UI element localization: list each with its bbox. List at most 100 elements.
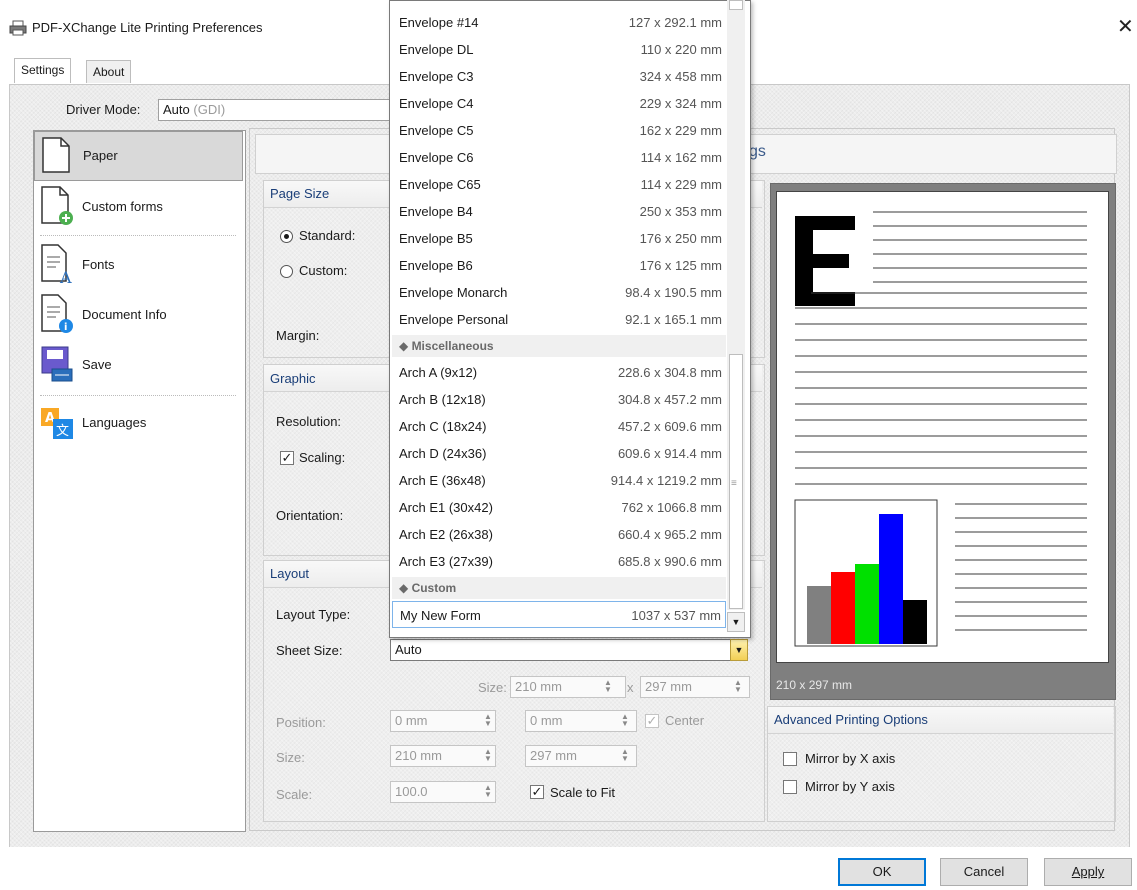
driver-mode-suffix: (GDI) <box>193 102 226 117</box>
dropdown-item[interactable]: Arch E2 (26x38) 660.4 x 965.2 mm <box>392 521 726 548</box>
dropdown-item-size: 229 x 324 mm <box>639 96 722 111</box>
sheet-size-value: Auto <box>395 642 422 657</box>
dropdown-group-label: ◆ Miscellaneous <box>399 339 494 353</box>
sheet-size-select[interactable]: Auto <box>390 639 734 661</box>
dropdown-item[interactable]: Envelope Monarch 98.4 x 190.5 mm <box>392 279 726 306</box>
sheet-size-dropdown-button[interactable]: ▼ <box>730 639 748 661</box>
dropdown-item[interactable]: Envelope B6 176 x 125 mm <box>392 252 726 279</box>
sidebar-item-paper[interactable]: Paper <box>34 131 243 181</box>
dropdown-item-size: 176 x 125 mm <box>639 258 722 273</box>
dropdown-item-size: 914.4 x 1219.2 mm <box>610 473 722 488</box>
apply-button[interactable]: Apply <box>1044 858 1132 886</box>
scale-to-fit-checkbox[interactable]: ✓ <box>530 785 544 799</box>
ok-button[interactable]: OK <box>838 858 926 886</box>
scale-field[interactable]: 100.0 <box>390 781 496 803</box>
sidebar-item-label: Paper <box>83 148 118 163</box>
dropdown-item-size: 1037 x 537 mm <box>631 608 721 623</box>
size-height-spinner[interactable]: ▲ ▼ <box>733 679 743 694</box>
dropdown-item[interactable]: Envelope C3 324 x 458 mm <box>392 63 726 90</box>
dropdown-item-name: Arch E2 (26x38) <box>399 527 493 542</box>
dropdown-item[interactable]: Envelope C6 114 x 162 mm <box>392 144 726 171</box>
sidebar-item-save[interactable]: Save <box>34 341 243 389</box>
mirror-x-label: Mirror by X axis <box>805 751 896 766</box>
size2-height-value: 297 mm <box>530 748 577 763</box>
driver-mode-select[interactable]: Auto (GDI) <box>158 99 390 121</box>
dropdown-item-name: Arch C (18x24) <box>399 419 487 434</box>
dropdown-item[interactable]: Envelope B4 250 x 353 mm <box>392 198 726 225</box>
center-checkbox[interactable]: ✓ <box>645 714 659 728</box>
languages-icon: A 文 <box>41 408 73 439</box>
tab-about[interactable]: About <box>86 60 132 83</box>
dropdown-item-size: 324 x 458 mm <box>639 69 722 84</box>
scrollbar-grip-icon: ≡ <box>731 478 737 489</box>
dropdown-item-size: 114 x 162 mm <box>640 150 722 165</box>
mirror-x-checkbox[interactable] <box>783 752 797 766</box>
position-x-value: 0 mm <box>395 713 428 728</box>
mirror-y-checkbox[interactable] <box>783 780 797 794</box>
size2-height-spinner[interactable]: ▲ ▼ <box>620 748 630 763</box>
dropdown-item[interactable]: Envelope #14 127 x 292.1 mm <box>392 9 726 36</box>
dropdown-item[interactable]: Arch E (36x48) 914.4 x 1219.2 mm <box>392 467 726 494</box>
size2-label: Size: <box>276 750 305 765</box>
dropdown-item-name: Arch B (12x18) <box>399 392 486 407</box>
dropdown-item[interactable]: Envelope B5 176 x 250 mm <box>392 225 726 252</box>
position-x-field[interactable]: 0 mm <box>390 710 496 732</box>
sidebar-item-label: Custom forms <box>82 199 163 214</box>
dropdown-item[interactable]: Envelope C5 162 x 229 mm <box>392 117 726 144</box>
size-width-spinner[interactable]: ▲ ▼ <box>603 679 613 694</box>
sidebar-item-languages[interactable]: A 文 Languages <box>34 401 243 449</box>
dropdown-item-name: Envelope C65 <box>399 177 481 192</box>
size2-width-spinner[interactable]: ▲ ▼ <box>483 748 493 763</box>
dropdown-item[interactable]: Arch A (9x12) 228.6 x 304.8 mm <box>392 359 726 386</box>
margin-label: Margin: <box>276 328 320 343</box>
dropdown-item[interactable]: Envelope Personal 92.1 x 165.1 mm <box>392 306 726 333</box>
dropdown-item-size: 685.8 x 990.6 mm <box>617 554 722 569</box>
tab-settings[interactable]: Settings <box>14 58 72 83</box>
layout-title: Layout <box>270 566 310 581</box>
sidebar-item-custom-forms[interactable]: Custom forms <box>34 181 243 229</box>
dropdown-item[interactable]: Envelope C65 114 x 229 mm <box>392 171 726 198</box>
standard-radio[interactable] <box>280 230 293 243</box>
mirror-y-label: Mirror by Y axis <box>805 779 895 794</box>
dropdown-group-header: ◆ Custom <box>392 577 726 599</box>
position-y-spinner[interactable]: ▲ ▼ <box>620 713 630 728</box>
scale-label: Scale: <box>276 787 313 802</box>
sidebar-item-document-info[interactable]: i Document Info <box>34 291 243 339</box>
scrollbar-top-thumb-edge <box>729 0 743 10</box>
sidebar-item-label: Save <box>82 357 112 372</box>
dropdown-item[interactable]: Envelope DL 110 x 220 mm <box>392 36 726 63</box>
position-x-spinner[interactable]: ▲ ▼ <box>483 713 493 728</box>
dropdown-item-size: 162 x 229 mm <box>639 123 722 138</box>
size2-width-field[interactable]: 210 mm <box>390 745 496 767</box>
dropdown-item[interactable]: Arch D (24x36) 609.6 x 914.4 mm <box>392 440 726 467</box>
cancel-button[interactable]: Cancel <box>940 858 1028 886</box>
custom-radio[interactable] <box>280 265 293 278</box>
close-icon[interactable]: ✕ <box>1117 14 1134 39</box>
dropdown-item[interactable]: Arch B (12x18) 304.8 x 457.2 mm <box>392 386 726 413</box>
sidebar-item-label: Fonts <box>82 257 115 272</box>
dropdown-item-size: 114 x 229 mm <box>640 177 722 192</box>
driver-mode-value: Auto <box>163 102 190 117</box>
dropdown-item-selected[interactable]: My New Form 1037 x 537 mm <box>392 601 726 628</box>
size-label: Size: <box>478 680 507 695</box>
dropdown-item[interactable]: Envelope C4 229 x 324 mm <box>392 90 726 117</box>
dropdown-item-name: Envelope #14 <box>399 15 479 30</box>
scale-to-fit-label: Scale to Fit <box>550 785 616 800</box>
dropdown-item-name: Arch A (9x12) <box>399 365 478 380</box>
scaling-checkbox[interactable]: ✓ <box>280 451 294 465</box>
dropdown-item[interactable]: Arch E3 (27x39) 685.8 x 990.6 mm <box>392 548 726 575</box>
dropdown-item-name: Envelope B5 <box>399 231 473 246</box>
dropdown-toggle-button[interactable]: ▼ <box>727 612 745 632</box>
dropdown-item-name: Envelope DL <box>399 42 474 57</box>
preview-drawing <box>794 211 1087 647</box>
page-size-title: Page Size <box>270 186 330 201</box>
scale-value: 100.0 <box>395 784 428 799</box>
window-title: PDF-XChange Lite Printing Preferences <box>32 20 263 35</box>
dropdown-item-size: 609.6 x 914.4 mm <box>617 446 722 461</box>
dropdown-item-name: Envelope C3 <box>399 69 474 84</box>
scale-spinner[interactable]: ▲ ▼ <box>483 784 493 799</box>
sidebar-item-fonts[interactable]: A Fonts <box>34 241 243 289</box>
dropdown-item[interactable]: Arch C (18x24) 457.2 x 609.6 mm <box>392 413 726 440</box>
dropdown-item-size: 304.8 x 457.2 mm <box>617 392 722 407</box>
dropdown-item[interactable]: Arch E1 (30x42) 762 x 1066.8 mm <box>392 494 726 521</box>
